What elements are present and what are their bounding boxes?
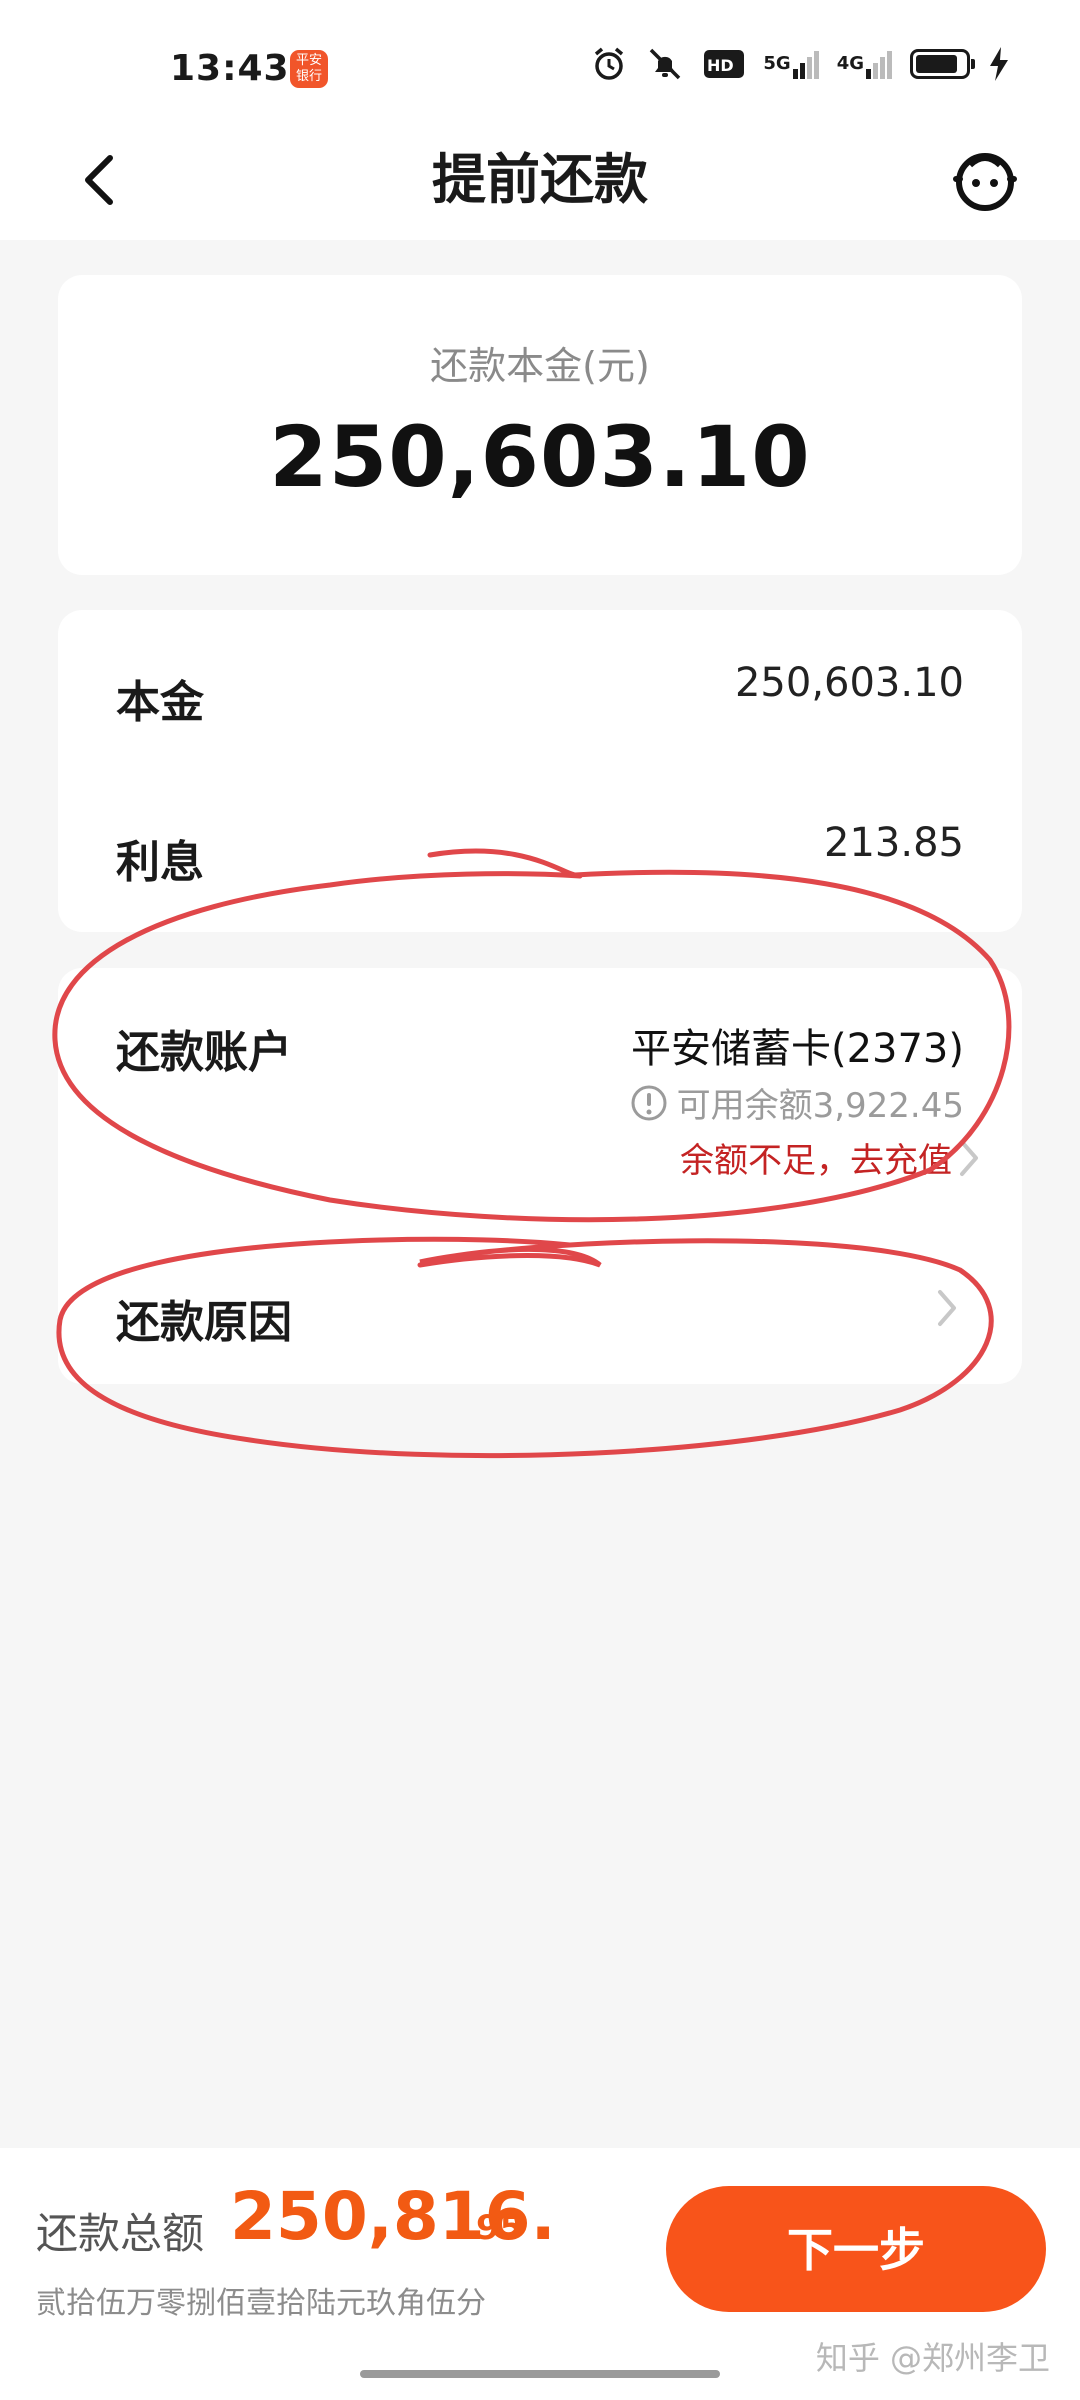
- signal-4g-icon: 4G: [837, 46, 892, 82]
- available-balance: 可用余额3,922.45: [629, 1078, 964, 1127]
- repay-principal-amount: 250,603.10: [269, 408, 811, 506]
- status-time: 13:43: [170, 48, 290, 89]
- alarm-icon: [591, 46, 627, 82]
- mute-icon: [645, 46, 685, 82]
- interest-value: 213.85: [824, 820, 964, 866]
- total-repay-amount-in-words: 贰拾伍万零捌佰壹拾陆元玖角伍分: [36, 2286, 486, 2321]
- repay-principal-label: 还款本金(元): [430, 344, 650, 388]
- status-icons: HD 5G 4G: [591, 46, 1010, 82]
- network-4g-label: 4G: [836, 53, 864, 74]
- bank-app-icon: 平安 银行: [290, 50, 328, 88]
- customer-service-icon[interactable]: [950, 145, 1020, 215]
- watermark: 知乎 @郑州李卫: [815, 2339, 1050, 2377]
- total-repay-amount-decimal: 95: [476, 2208, 524, 2248]
- repay-account-name[interactable]: 平安储蓄卡(2373): [631, 1016, 964, 1074]
- charging-icon: [988, 46, 1010, 82]
- repay-account-card: 还款账户 平安储蓄卡(2373) 可用余额3,922.45 余额不足，去充值 还…: [58, 968, 1022, 1384]
- repay-detail-card: 本金 250,603.10 利息 213.85: [58, 610, 1022, 932]
- available-balance-text: 可用余额3,922.45: [676, 1086, 964, 1126]
- chevron-right-icon[interactable]: [954, 1136, 984, 1180]
- hd-icon: HD: [703, 46, 745, 82]
- network-5g-label: 5G: [763, 53, 791, 74]
- home-indicator[interactable]: [360, 2370, 720, 2378]
- repay-account-label: 还款账户: [116, 1027, 292, 1078]
- battery-icon: [910, 46, 975, 82]
- footer-bar: 还款总额 250,816. 95 贰拾伍万零捌佰壹拾陆元玖角伍分 下一步 知乎 …: [0, 2148, 1080, 2400]
- repay-reason-label[interactable]: 还款原因: [116, 1286, 292, 1350]
- repay-principal-card: 还款本金(元) 250,603.10: [58, 275, 1022, 575]
- battery-fill: [916, 55, 957, 73]
- battery-outline: [910, 49, 975, 79]
- total-repay-label: 还款总额: [36, 2209, 205, 2258]
- signal-5g-icon: 5G: [763, 46, 819, 82]
- insufficient-balance-recharge-link[interactable]: 余额不足，去充值: [680, 1133, 952, 1182]
- principal-value: 250,603.10: [734, 660, 964, 706]
- hd-text: HD: [707, 56, 734, 75]
- chevron-right-icon[interactable]: [932, 1286, 962, 1330]
- status-bar: 13:43 平安 银行 HD 5G 4G: [0, 0, 1080, 130]
- header: 提前还款: [0, 130, 1080, 240]
- interest-label: 利息: [116, 837, 204, 888]
- page-title: 提前还款: [432, 148, 648, 211]
- info-circle-icon: [631, 1085, 667, 1120]
- principal-label: 本金: [116, 677, 204, 728]
- next-step-button[interactable]: 下一步: [666, 2186, 1046, 2312]
